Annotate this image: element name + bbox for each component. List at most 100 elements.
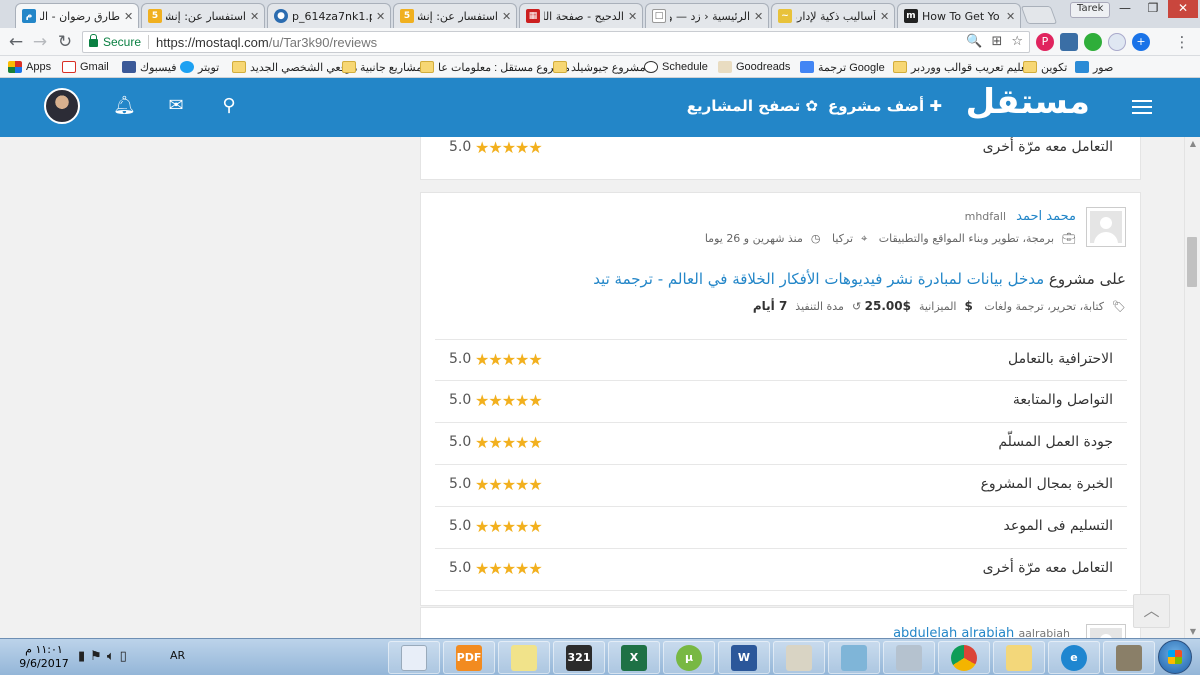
bookmark-schedule[interactable]: Schedule: [644, 59, 708, 75]
tab-close-icon[interactable]: ✕: [880, 10, 890, 23]
goodreads-icon: [718, 61, 732, 73]
extension-icon[interactable]: [1060, 33, 1078, 51]
site-header: مستقل ✚ أضف مشروع ✿ تصفح المشاريع ⚲ ✉ 🔔︎: [0, 78, 1200, 137]
tab-close-icon[interactable]: ✕: [754, 10, 764, 23]
tab-close-icon[interactable]: ✕: [376, 10, 386, 23]
browser-tab[interactable]: □ الرئيسية ‹ زد — ور ✕: [645, 3, 769, 28]
taskbar-app-word[interactable]: W: [718, 641, 770, 674]
browse-projects-link[interactable]: ✿ تصفح المشاريع: [687, 97, 818, 115]
tab-close-icon[interactable]: ✕: [250, 10, 260, 23]
power-icon[interactable]: ▯: [120, 649, 127, 664]
start-button[interactable]: [1158, 640, 1192, 674]
taskbar-app-file[interactable]: [388, 641, 440, 674]
page-scrollbar[interactable]: ▲ ▼: [1184, 137, 1200, 638]
profile-name[interactable]: Tarek: [1070, 2, 1111, 18]
reviewer-avatar[interactable]: [1086, 624, 1126, 638]
reviewer-name-link[interactable]: abdulelah alrabiah: [893, 626, 1014, 638]
duration-label: مدة التنفيذ: [795, 300, 844, 313]
url-text[interactable]: https://mostaql.com/u/Tar3k90/reviews: [156, 35, 377, 50]
scroll-up-arrow-icon[interactable]: ▲: [1190, 139, 1196, 148]
clapper-icon: 321: [566, 644, 592, 671]
bookmark-folder[interactable]: مشاريع جانبية: [342, 59, 422, 75]
bookmark-facebook[interactable]: فيسبوك: [122, 59, 176, 75]
taskbar-app-utorrent[interactable]: µ: [663, 641, 715, 674]
language-indicator[interactable]: AR: [170, 649, 185, 662]
network-icon[interactable]: ▮: [78, 649, 85, 664]
project-title-link[interactable]: مدخل بيانات لمبادرة نشر فيديوهات الأفكار…: [593, 270, 1044, 288]
back-to-top-button[interactable]: ︿: [1133, 594, 1170, 628]
flag-icon[interactable]: ⚑: [90, 649, 102, 664]
bookmark-apps[interactable]: Apps: [8, 59, 51, 75]
scroll-down-arrow-icon[interactable]: ▼: [1190, 627, 1196, 636]
avatar[interactable]: [44, 88, 80, 124]
taskbar-clock[interactable]: ١١:٠١ م 9/6/2017: [18, 643, 70, 671]
reviewer-avatar[interactable]: [1086, 207, 1126, 247]
bookmark-folder[interactable]: ترجمة Google: [800, 59, 885, 75]
site-logo[interactable]: مستقل: [966, 82, 1091, 122]
add-project-link[interactable]: ✚ أضف مشروع: [828, 97, 942, 115]
bookmark-folder[interactable]: تعليم تعريب قوالب ووردبر: [893, 59, 1029, 75]
maximize-button[interactable]: ❐: [1140, 0, 1166, 18]
bookmark-label: Schedule: [662, 61, 708, 73]
bookmark-twitter[interactable]: تويتر: [180, 59, 219, 75]
tab-close-icon[interactable]: ✕: [502, 10, 512, 23]
bookmark-folder[interactable]: موقعي الشخصي الجديد: [232, 59, 358, 75]
browser-tab[interactable]: m How To Get Yo ✕: [897, 3, 1021, 28]
pinterest-extension-icon[interactable]: P: [1036, 33, 1054, 51]
taskbar-app-excel[interactable]: X: [608, 641, 660, 674]
taskbar-app-explorer[interactable]: [993, 641, 1045, 674]
bookmark-gmail[interactable]: Gmail: [62, 59, 109, 75]
address-bar[interactable]: Secure https://mostaql.com/u/Tar3k90/rev…: [82, 31, 1030, 53]
bookmark-goodreads[interactable]: Goodreads: [718, 59, 790, 75]
new-tab-button[interactable]: [1020, 6, 1058, 24]
bookmark-star-icon[interactable]: ☆: [1011, 34, 1023, 49]
scrollbar-thumb[interactable]: [1187, 237, 1197, 287]
search-icon[interactable]: ⚲: [218, 95, 240, 116]
taskbar-app-gimp[interactable]: [1103, 641, 1155, 674]
bookmark-label: ترجمة Google: [818, 61, 885, 74]
star-rating-icon: ★★★★★: [475, 391, 543, 410]
browser-tab[interactable]: 5 استفسار عن: إنشاء ✕: [393, 3, 517, 28]
taskbar-app-media[interactable]: 321: [553, 641, 605, 674]
menu-icon[interactable]: [1132, 100, 1152, 115]
bookmark-folder[interactable]: مشروع مستقل : معلومات عا: [420, 59, 570, 75]
close-window-button[interactable]: ✕: [1168, 0, 1198, 18]
browser-tab[interactable]: ▦ الدحيح - صفحة الك ✕: [519, 3, 643, 28]
bookmark-folder[interactable]: مشروع جيوشيلد: [553, 59, 645, 75]
reviewer-name-link[interactable]: محمد احمد: [1016, 209, 1076, 224]
omnibox-actions: 🔍 ⊞ ☆: [966, 34, 1023, 49]
taskbar-app-ie[interactable]: e: [1048, 641, 1100, 674]
minimize-button[interactable]: —: [1112, 0, 1138, 18]
bookmark-label: مشروع جيوشيلد: [571, 61, 646, 74]
taskbar-app-pdf[interactable]: PDF: [443, 641, 495, 674]
reload-button[interactable]: ↻: [55, 32, 75, 52]
star-rating-icon: ★★★★★: [475, 559, 543, 578]
envelope-icon[interactable]: ✉: [165, 95, 187, 116]
extension-icon[interactable]: [1108, 33, 1126, 51]
forward-button[interactable]: →: [30, 32, 50, 52]
taskbar-app-calculator[interactable]: [883, 641, 935, 674]
evernote-extension-icon[interactable]: [1084, 33, 1102, 51]
tab-close-icon[interactable]: ✕: [1006, 10, 1016, 23]
browser-tab[interactable]: ~ أساليب ذكية لإدارة ✕: [771, 3, 895, 28]
taskbar-app-notes[interactable]: [498, 641, 550, 674]
browser-menu-icon[interactable]: ⋮: [1172, 32, 1192, 52]
back-button[interactable]: ←: [6, 32, 26, 52]
taskbar-app-chrome[interactable]: [938, 641, 990, 674]
tab-close-icon[interactable]: ✕: [628, 10, 638, 23]
tags-icon: 🏷︎: [1112, 300, 1126, 313]
taskbar-app-paint[interactable]: [773, 641, 825, 674]
translate-icon[interactable]: ⊞: [991, 34, 1002, 49]
browser-tab[interactable]: 5 استفسار عن: إنشاء ✕: [141, 3, 265, 28]
volume-icon[interactable]: 🔈︎: [107, 649, 115, 664]
zoom-icon[interactable]: 🔍: [966, 34, 982, 49]
add-extension-icon[interactable]: +: [1132, 33, 1150, 51]
bell-icon[interactable]: 🔔︎: [113, 95, 136, 116]
bookmark-photos[interactable]: صور: [1075, 59, 1113, 75]
browser-tab[interactable]: م طارق رضوان - الملف ✕: [15, 3, 139, 28]
browser-tab[interactable]: ● p_614za7nk1.pr ✕: [267, 3, 391, 28]
tab-close-icon[interactable]: ✕: [124, 10, 134, 23]
taskbar-app-eraser[interactable]: [828, 641, 880, 674]
bookmark-folder[interactable]: تكوين: [1023, 59, 1067, 75]
bookmark-label: صور: [1093, 61, 1114, 74]
